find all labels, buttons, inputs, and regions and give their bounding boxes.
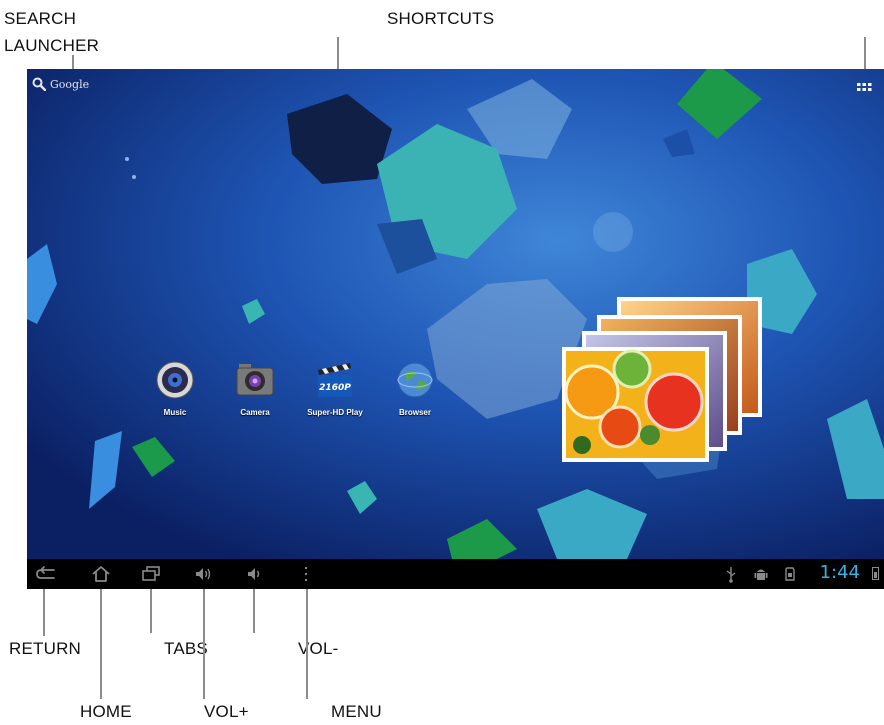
- android-debug-icon: [754, 569, 768, 580]
- callout-home: HOME: [80, 702, 132, 721]
- globe-icon: [397, 362, 433, 398]
- app-label-super-hd-play: Super-HD Play: [307, 408, 363, 417]
- leader-line-home: [100, 578, 102, 699]
- callout-return: RETURN: [9, 639, 82, 658]
- leader-line-launcher: [864, 37, 866, 70]
- search-label: Google: [50, 77, 90, 91]
- apps-grid-icon[interactable]: [857, 81, 872, 93]
- callout-vol-plus: VOL+: [204, 702, 249, 721]
- callout-launcher: LAUNCHER: [4, 36, 100, 55]
- app-shortcut-browser[interactable]: Browser: [375, 359, 455, 417]
- video-player-icon: 2160P: [318, 363, 352, 397]
- recent-apps-icon[interactable]: [140, 564, 162, 584]
- system-navigation-bar: 1:44: [27, 559, 884, 589]
- leader-line-vol-plus: [203, 578, 205, 699]
- search-icon: [32, 77, 46, 91]
- volume-up-icon[interactable]: [192, 564, 214, 584]
- home-screen-wallpaper: Google Music Camera 2160P Super-HD Play …: [27, 69, 884, 559]
- leader-line-shortcuts: [337, 37, 339, 70]
- google-search-bar[interactable]: Google: [32, 77, 89, 91]
- callout-vol-minus: VOL-: [298, 639, 339, 658]
- video-player-badge: 2160P: [319, 383, 351, 393]
- app-label-music: Music: [163, 408, 187, 417]
- callout-menu: MENU: [331, 702, 382, 721]
- callout-search: SEARCH: [4, 9, 77, 28]
- app-label-browser: Browser: [398, 408, 431, 417]
- tablet-screen: Google Music Camera 2160P Super-HD Play …: [27, 69, 884, 589]
- volume-down-icon[interactable]: [243, 564, 265, 584]
- battery-icon: [872, 567, 879, 580]
- camera-icon: [236, 364, 274, 396]
- home-icon[interactable]: [90, 564, 112, 584]
- usb-icon: [726, 567, 736, 583]
- app-shortcut-music[interactable]: Music: [135, 359, 215, 417]
- app-shortcut-camera[interactable]: Camera: [215, 359, 295, 417]
- photo-gallery-widget[interactable]: [562, 297, 767, 462]
- leader-line-menu: [306, 578, 308, 699]
- status-clock: 1:44: [819, 562, 860, 583]
- photo-stack-icon: [562, 297, 762, 462]
- app-shortcut-super-hd-play[interactable]: 2160P Super-HD Play: [295, 359, 375, 417]
- callout-tabs: TABS: [164, 639, 208, 658]
- music-icon: [156, 361, 194, 399]
- back-icon[interactable]: [35, 564, 57, 584]
- sd-card-icon: [785, 567, 795, 581]
- callout-shortcuts: SHORTCUTS: [387, 9, 495, 28]
- app-label-camera: Camera: [240, 408, 270, 417]
- menu-icon[interactable]: [295, 564, 317, 584]
